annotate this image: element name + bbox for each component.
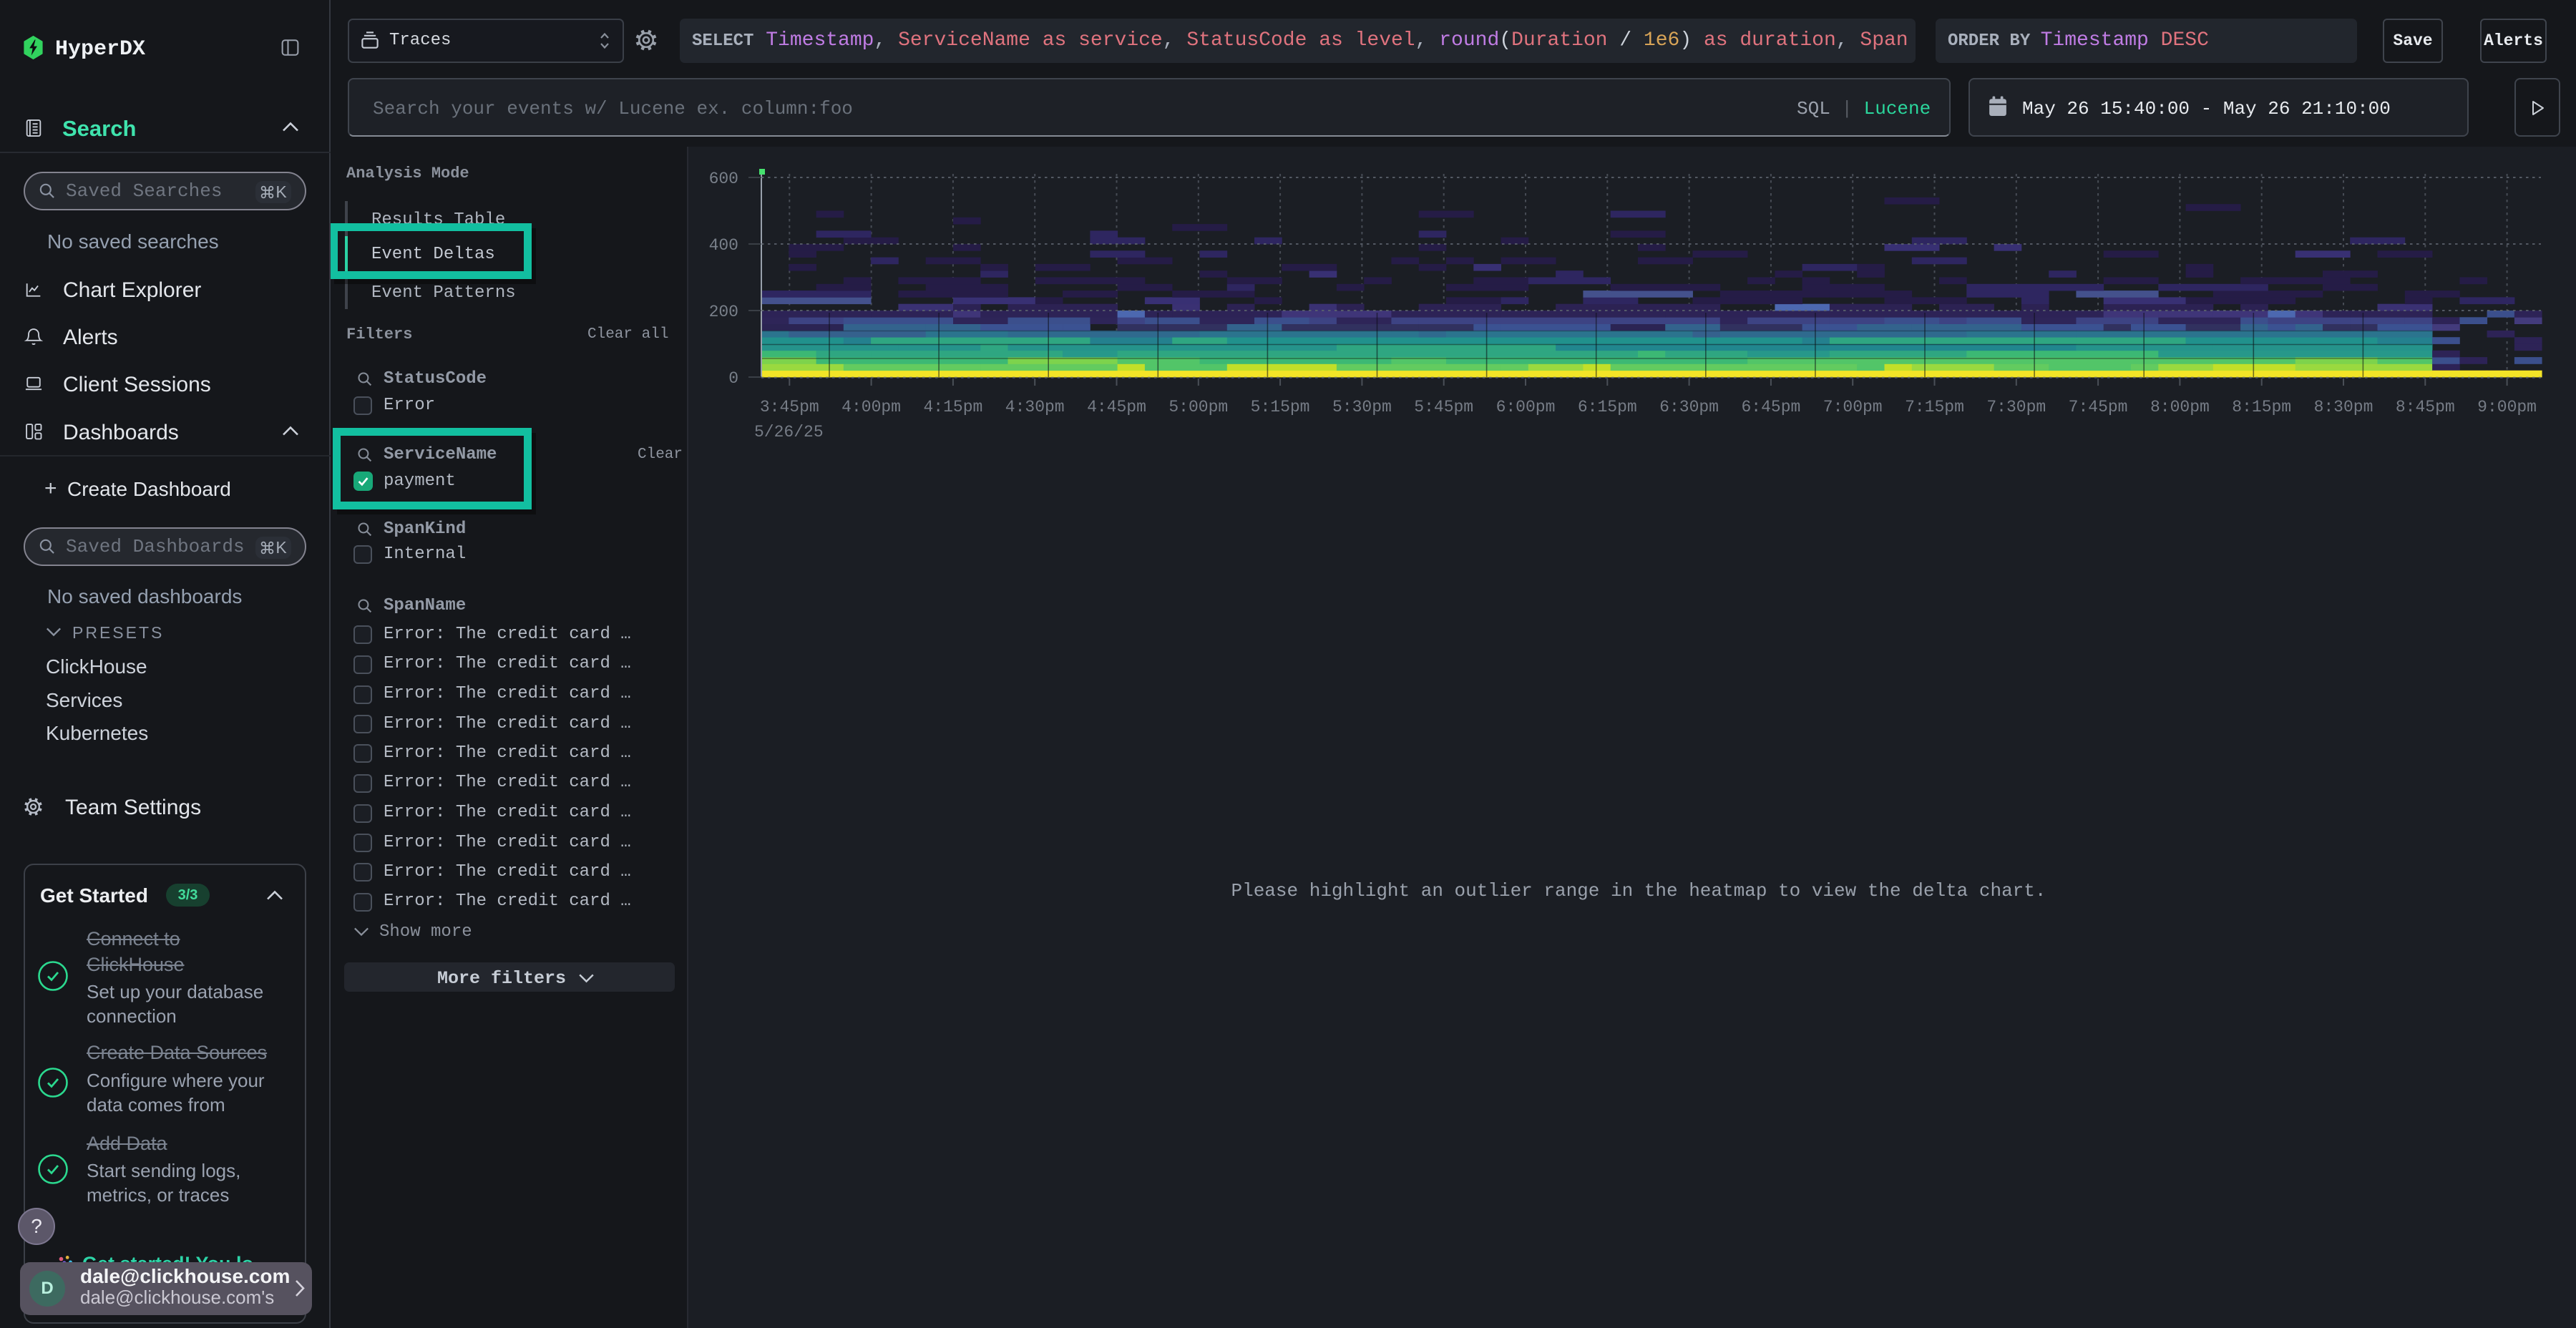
svg-text:3:45pm: 3:45pm <box>760 398 819 416</box>
svg-text:5:30pm: 5:30pm <box>1332 398 1392 416</box>
svg-text:7:45pm: 7:45pm <box>2069 398 2128 416</box>
svg-text:8:30pm: 8:30pm <box>2314 398 2373 416</box>
svg-text:6:15pm: 6:15pm <box>1578 398 1637 416</box>
svg-text:4:30pm: 4:30pm <box>1005 398 1065 416</box>
svg-text:5:00pm: 5:00pm <box>1169 398 1228 416</box>
svg-text:8:15pm: 8:15pm <box>2232 398 2291 416</box>
svg-text:7:00pm: 7:00pm <box>1823 398 1883 416</box>
svg-text:7:15pm: 7:15pm <box>1905 398 1964 416</box>
svg-text:6:30pm: 6:30pm <box>1659 398 1719 416</box>
svg-text:7:30pm: 7:30pm <box>1986 398 2046 416</box>
svg-text:6:45pm: 6:45pm <box>1741 398 1800 416</box>
svg-text:600: 600 <box>709 170 738 188</box>
svg-text:5:45pm: 5:45pm <box>1414 398 1473 416</box>
svg-text:8:45pm: 8:45pm <box>2396 398 2455 416</box>
svg-text:5/26/25: 5/26/25 <box>754 423 824 441</box>
svg-text:0: 0 <box>728 369 738 388</box>
svg-text:9:00pm: 9:00pm <box>2477 398 2537 416</box>
svg-text:400: 400 <box>709 236 738 255</box>
svg-text:Please highlight an outlier ra: Please highlight an outlier range in the… <box>1231 880 2046 902</box>
svg-text:4:00pm: 4:00pm <box>841 398 901 416</box>
svg-text:4:45pm: 4:45pm <box>1087 398 1146 416</box>
svg-text:6:00pm: 6:00pm <box>1496 398 1556 416</box>
svg-text:5:15pm: 5:15pm <box>1251 398 1310 416</box>
svg-text:8:00pm: 8:00pm <box>2150 398 2210 416</box>
svg-text:4:15pm: 4:15pm <box>923 398 982 416</box>
svg-text:200: 200 <box>709 303 738 321</box>
